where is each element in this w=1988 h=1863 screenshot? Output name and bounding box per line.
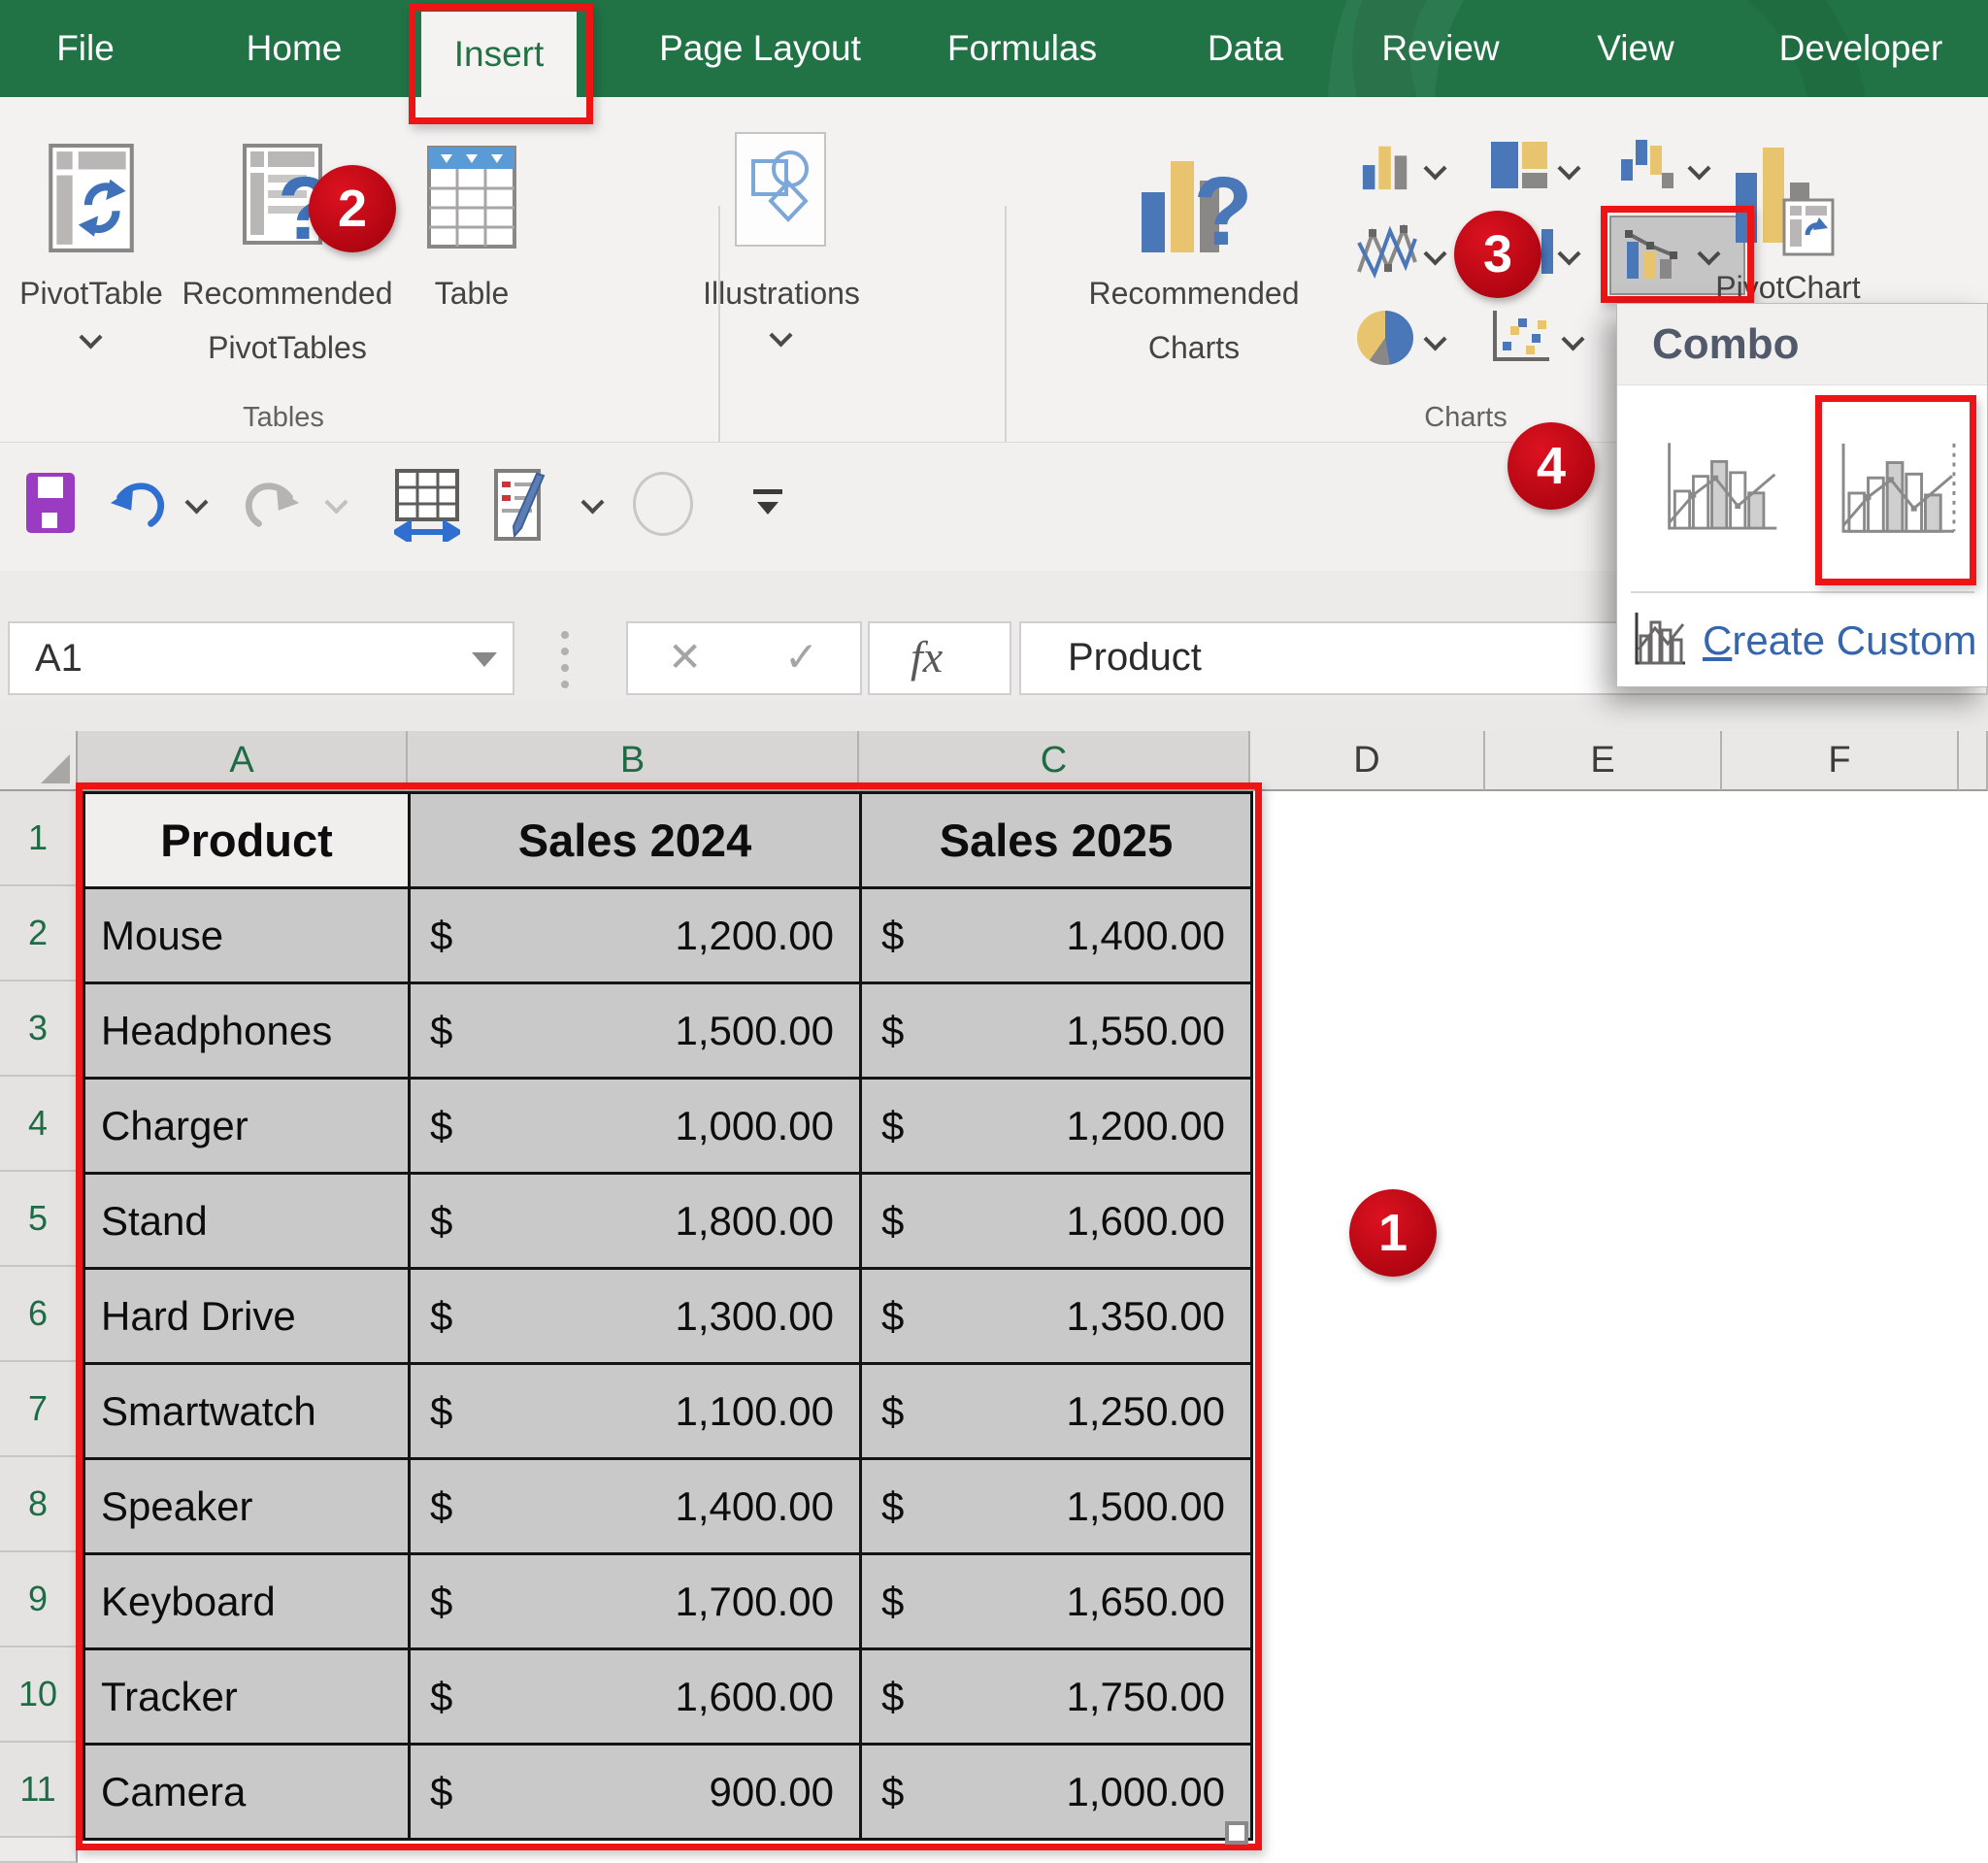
illustrations-label[interactable]: Illustrations: [703, 276, 860, 312]
row-header-6[interactable]: 6: [0, 1267, 78, 1362]
row-header-10[interactable]: 10: [0, 1647, 78, 1743]
chevron-down-icon[interactable]: [79, 328, 104, 349]
combo-menu-title: Combo: [1652, 304, 1800, 385]
column-chart-icon[interactable]: [1359, 138, 1413, 194]
select-all-corner[interactable]: [0, 731, 78, 791]
insert-function-icon[interactable]: fx: [911, 621, 943, 695]
cancel-enter-box: [626, 621, 862, 695]
table-icon[interactable]: [427, 146, 516, 249]
fill-handle[interactable]: [1225, 1821, 1248, 1845]
chevron-down-icon[interactable]: [1423, 330, 1448, 351]
shapes-icon: [749, 146, 812, 233]
tab-developer[interactable]: Developer: [1779, 0, 1943, 97]
enter-icon[interactable]: ✓: [784, 621, 818, 695]
customize-toolbar-icon[interactable]: [753, 485, 786, 524]
hierarchy-chart-icon[interactable]: [1489, 138, 1549, 192]
recommended-charts-icon[interactable]: ?: [1138, 142, 1252, 262]
tab-data[interactable]: Data: [1208, 0, 1283, 97]
recommended-pivottables-button[interactable]: Recommended: [182, 276, 393, 312]
row-header-9[interactable]: 9: [0, 1552, 78, 1647]
svg-text:?: ?: [1193, 157, 1252, 262]
recommended-charts-button-line2[interactable]: Charts: [1148, 330, 1240, 366]
chevron-down-icon[interactable]: [1423, 245, 1448, 266]
tables-group-label: Tables: [243, 402, 324, 434]
highlight-box-combo-thumbnail: [1815, 395, 1976, 585]
adjust-column-width-icon[interactable]: [394, 468, 460, 542]
excel-window: File Home Page Layout Formulas Data Revi…: [0, 0, 1988, 1863]
pivottable-button[interactable]: PivotTable: [19, 276, 163, 312]
select-all-triangle-icon: [41, 754, 70, 783]
formula-bar-bottom-strip: [0, 699, 1988, 731]
tab-formulas[interactable]: Formulas: [947, 0, 1097, 97]
tab-view[interactable]: View: [1597, 0, 1674, 97]
chevron-down-icon[interactable]: [769, 326, 794, 348]
step-badge-2: 2: [309, 165, 396, 252]
redo-chevron-icon: [324, 493, 349, 515]
highlight-box-insert-tab: [409, 4, 593, 124]
tab-home[interactable]: Home: [247, 0, 343, 97]
row-header-1[interactable]: 1: [0, 791, 78, 886]
row-header-2[interactable]: 2: [0, 886, 78, 981]
column-header-F[interactable]: F: [1722, 731, 1959, 791]
row-header-7[interactable]: 7: [0, 1362, 78, 1457]
column-header-partial[interactable]: [1959, 731, 1988, 791]
chevron-down-icon[interactable]: [1687, 159, 1712, 181]
create-custom-combo-icon: [1629, 611, 1689, 669]
edit-document-icon[interactable]: [493, 468, 549, 542]
column-header-D[interactable]: D: [1250, 731, 1485, 791]
highlight-box-data-range: [76, 782, 1262, 1850]
tab-file[interactable]: File: [56, 0, 115, 97]
redo-icon[interactable]: [245, 478, 301, 532]
combo-menu-header: Combo: [1617, 304, 1987, 385]
row-header-5[interactable]: 5: [0, 1172, 78, 1267]
ribbon-tab-bar: File Home Page Layout Formulas Data Revi…: [0, 0, 1988, 97]
save-icon[interactable]: [25, 472, 76, 534]
undo-chevron-icon[interactable]: [184, 493, 210, 515]
create-custom-combo-menu-item[interactable]: Create Custom Combo Chart...: [1703, 613, 1988, 669]
pie-chart-icon[interactable]: [1357, 311, 1413, 365]
row-header-11[interactable]: 11: [0, 1743, 78, 1838]
formula-bar-grip[interactable]: [561, 631, 569, 688]
pivottable-icon[interactable]: [49, 144, 134, 252]
chevron-down-icon[interactable]: [1557, 159, 1582, 181]
name-box-value: A1: [35, 623, 83, 693]
recommended-charts-button[interactable]: Recommended: [1089, 276, 1300, 312]
cancel-icon[interactable]: ✕: [668, 621, 702, 695]
tab-review[interactable]: Review: [1381, 0, 1499, 97]
formula-bar-value: Product: [1068, 621, 1202, 695]
recommended-pivottables-button-line2[interactable]: PivotTables: [208, 330, 367, 366]
illustrations-button[interactable]: [735, 132, 826, 247]
row-header-4[interactable]: 4: [0, 1077, 78, 1172]
row-header-3[interactable]: 3: [0, 981, 78, 1077]
line-chart-icon[interactable]: [1355, 219, 1419, 283]
tab-page-layout[interactable]: Page Layout: [659, 0, 861, 97]
charts-group-label: Charts: [1424, 402, 1507, 434]
row-header-8[interactable]: 8: [0, 1457, 78, 1552]
table-button[interactable]: Table: [435, 276, 510, 312]
step-badge-4: 4: [1508, 422, 1595, 510]
name-box[interactable]: A1: [8, 621, 514, 695]
column-header-E[interactable]: E: [1485, 731, 1722, 791]
chevron-down-icon[interactable]: [1423, 159, 1448, 181]
clustered-column-line-icon[interactable]: [1662, 434, 1782, 545]
step-badge-3: 3: [1454, 211, 1541, 298]
menu-separator: [1631, 591, 1974, 593]
name-box-dropdown-icon[interactable]: [472, 652, 497, 667]
statistic-chart-icon[interactable]: [1541, 229, 1553, 274]
chevron-down-icon[interactable]: [1557, 245, 1582, 266]
oval-shape-icon[interactable]: [633, 472, 693, 536]
row-header-partial[interactable]: [0, 1838, 78, 1863]
undo-icon[interactable]: [109, 478, 165, 532]
chevron-down-icon[interactable]: [1561, 330, 1586, 351]
chevron-down-icon[interactable]: [580, 493, 606, 515]
waterfall-chart-icon[interactable]: [1619, 136, 1677, 194]
highlight-box-combo-button: [1601, 206, 1754, 303]
scatter-chart-icon[interactable]: [1489, 309, 1551, 365]
step-badge-1: 1: [1349, 1189, 1437, 1277]
